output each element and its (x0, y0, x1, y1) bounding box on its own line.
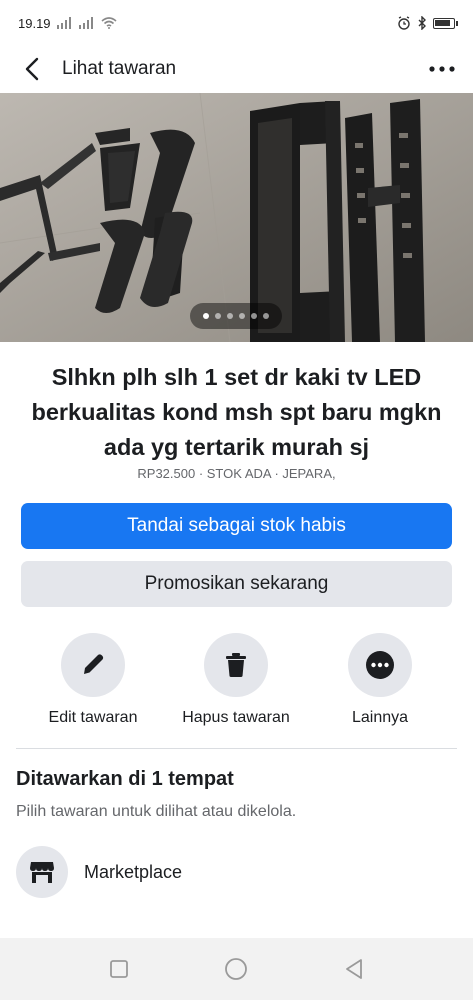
photo-dot-2[interactable] (215, 313, 221, 319)
edit-listing-button[interactable]: Edit tawaran (18, 633, 168, 727)
page-title: Lihat tawaran (62, 58, 177, 79)
back-button[interactable] (10, 47, 54, 91)
section-divider (16, 748, 457, 749)
photo-dot-4[interactable] (239, 313, 245, 319)
sim2-signal-icon (78, 17, 93, 29)
wifi-icon (101, 17, 117, 29)
pencil-icon (84, 654, 104, 674)
alarm-icon (398, 16, 410, 30)
home-button[interactable] (216, 949, 256, 989)
system-nav-bar (0, 938, 473, 1000)
status-right (397, 16, 458, 30)
marketplace-row[interactable]: Marketplace (16, 846, 182, 898)
home-icon (225, 958, 248, 980)
photo-dot-6[interactable] (263, 313, 269, 319)
delete-listing-label: Hapus tawaran (182, 709, 290, 726)
more-actions-circle[interactable] (348, 633, 412, 697)
photo-dot-3[interactable] (227, 313, 233, 319)
recent-apps-icon (109, 960, 128, 978)
more-actions-button[interactable]: Lainnya (305, 633, 455, 727)
photo-dot-5[interactable] (251, 313, 257, 319)
back-icon (346, 959, 363, 979)
app-header: Lihat tawaran (0, 46, 473, 92)
sim1-signal-icon (56, 17, 71, 29)
recent-apps-button[interactable] (99, 949, 139, 989)
battery-icon (433, 17, 458, 29)
offered-section-subtitle: Pilih tawaran untuk dilihat atau dikelol… (16, 803, 297, 820)
battery-level (435, 19, 450, 26)
action-row: Edit tawaran Hapus tawaran Lainnya (0, 633, 473, 728)
status-bar: 19.19 (0, 0, 473, 46)
photo-pager (190, 303, 282, 329)
storefront-icon (30, 862, 54, 883)
back-arrow-icon (25, 57, 39, 81)
delete-listing-circle[interactable] (204, 633, 268, 697)
trash-icon (226, 653, 246, 677)
listing-meta: RP32.500 · STOK ADA · JEPARA, (137, 466, 336, 481)
more-actions-label: Lainnya (351, 709, 409, 726)
offered-section-title: Ditawarkan di 1 tempat (16, 768, 234, 790)
nav-back-button[interactable] (334, 949, 374, 989)
promote-now-button[interactable]: Promosikan sekarang (21, 561, 452, 607)
bluetooth-icon (418, 16, 426, 30)
photo-dot-1[interactable] (203, 313, 209, 319)
mark-out-of-stock-button[interactable]: Tandai sebagai stok habis (21, 503, 452, 549)
more-options-button[interactable] (425, 54, 459, 84)
delete-listing-button[interactable]: Hapus tawaran (161, 633, 311, 727)
clock: 19.19 (18, 15, 51, 31)
edit-listing-label: Edit tawaran (48, 709, 138, 726)
listing-title: Slhkn plh slh 1 set dr kaki tv LED berku… (31, 364, 442, 460)
edit-listing-circle[interactable] (61, 633, 125, 697)
status-left: 19.19 (18, 16, 117, 31)
marketplace-label: Marketplace (84, 861, 183, 882)
more-circle-icon (366, 651, 394, 679)
more-dots-icon (429, 66, 455, 72)
marketplace-icon-circle (16, 846, 68, 898)
